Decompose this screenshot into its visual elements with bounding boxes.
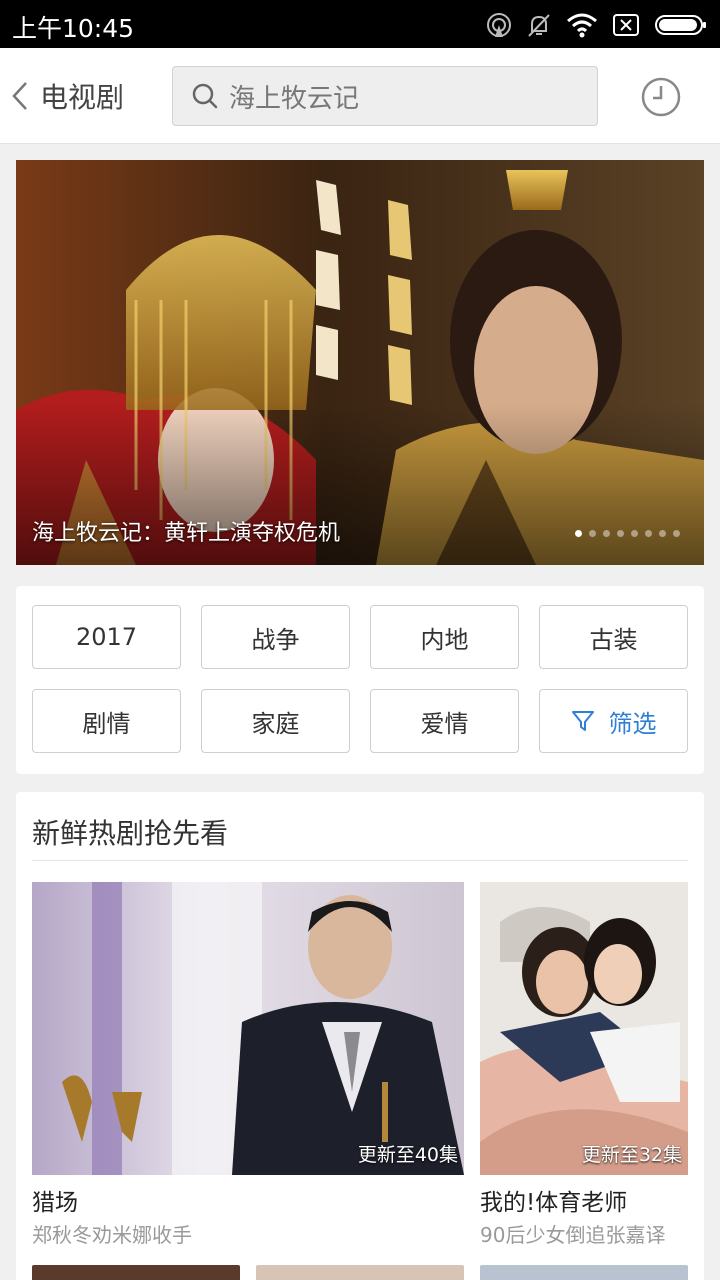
banner-caption: 海上牧云记：黄轩上演夺权危机 (32, 521, 341, 546)
mute-bell-icon (528, 14, 550, 37)
back-button[interactable]: 电视剧 (10, 72, 150, 120)
banner-image (16, 160, 704, 565)
carousel-dot (575, 530, 582, 537)
tag-war[interactable]: 战争 (201, 605, 350, 669)
carousel-dot (603, 530, 610, 537)
next-row-thumbnail[interactable] (32, 1265, 240, 1280)
sim-off-icon (613, 14, 639, 36)
next-row-thumbnail[interactable] (256, 1265, 464, 1280)
episode-badge: 更新至32集 (581, 1144, 682, 1166)
carousel-dot (673, 530, 680, 537)
filter-button[interactable]: 筛选 (539, 689, 688, 753)
tag-costume[interactable]: 古装 (539, 605, 688, 669)
chevron-left-icon (12, 82, 27, 110)
page-title: 电视剧 (40, 81, 125, 114)
filter-tags-card: 2017 战争 内地 古装 剧情 家庭 爱情 筛选 (16, 586, 704, 774)
carousel-dot (659, 530, 666, 537)
show-poster-image (480, 882, 688, 1175)
tag-year-2017[interactable]: 2017 (32, 605, 181, 669)
tag-family[interactable]: 家庭 (201, 689, 350, 753)
carousel-dot (645, 530, 652, 537)
search-input[interactable]: 海上牧云记 (172, 66, 598, 126)
carousel-dot (589, 530, 596, 537)
battery-icon (655, 15, 706, 35)
section-title: 新鲜热剧抢先看 (32, 817, 229, 850)
status-icons (486, 10, 708, 40)
next-row-thumbnail[interactable] (480, 1265, 688, 1280)
filter-label: 筛选 (608, 709, 657, 738)
search-icon (192, 83, 218, 109)
carousel-dot (617, 530, 624, 537)
search-placeholder: 海上牧云记 (229, 83, 360, 114)
show-card[interactable]: 更新至40集 猎场 郑秋冬劝米娜收手 (32, 882, 464, 1248)
show-thumbnail: 更新至40集 (32, 882, 464, 1175)
carousel-dot (631, 530, 638, 537)
top-nav-bar: 电视剧 海上牧云记 (0, 48, 720, 144)
section-divider (32, 860, 688, 861)
funnel-icon (571, 711, 594, 731)
tag-romance[interactable]: 爱情 (370, 689, 519, 753)
show-thumbnail: 更新至32集 (480, 882, 688, 1175)
carousel-indicator (575, 530, 680, 537)
show-title: 我的!体育老师 (480, 1190, 628, 1216)
status-bar: 上午10:45 (0, 0, 720, 48)
show-card[interactable]: 更新至32集 我的!体育老师 90后少女倒追张嘉译 (480, 882, 688, 1248)
tag-mainland[interactable]: 内地 (370, 605, 519, 669)
episode-badge: 更新至40集 (357, 1144, 458, 1166)
hotspot-icon (487, 13, 511, 37)
status-time: 上午10:45 (12, 14, 135, 43)
tag-drama[interactable]: 剧情 (32, 689, 181, 753)
show-title: 猎场 (32, 1190, 78, 1216)
show-poster-image (32, 882, 464, 1175)
banner-carousel[interactable]: 海上牧云记：黄轩上演夺权危机 (16, 160, 704, 565)
show-subtitle: 郑秋冬劝米娜收手 (32, 1223, 192, 1247)
show-subtitle: 90后少女倒追张嘉译 (480, 1223, 666, 1247)
wifi-icon (567, 13, 597, 38)
hot-shows-section: 新鲜热剧抢先看 更新至40集 猎场 郑秋冬劝米娜收手 更新至32集 我的!体育老… (16, 792, 704, 1280)
clock-icon[interactable] (640, 76, 682, 118)
